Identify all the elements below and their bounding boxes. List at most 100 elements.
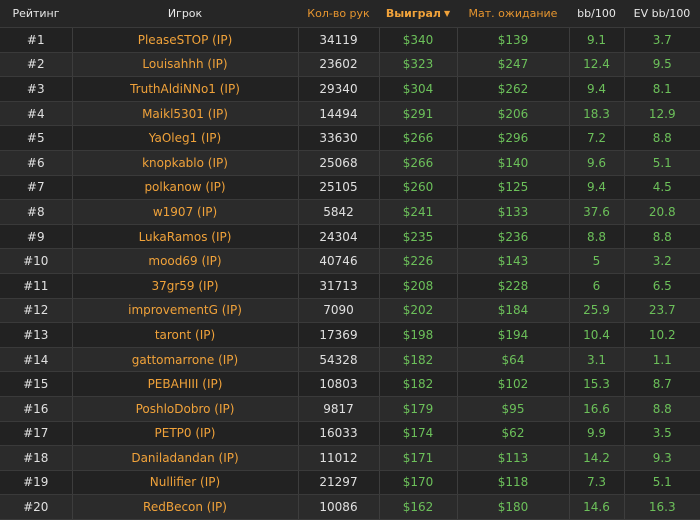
won-cell: $260 [379, 175, 458, 201]
table-row: #15 PEBAHIII (IP) 10803 $182 $102 15.3 8.7 [0, 371, 700, 397]
bb100-cell: 7.2 [569, 125, 625, 151]
player-cell: polkanow (IP) [72, 175, 299, 201]
table-row: #14 gattomarrone (IP) 54328 $182 $64 3.1 1.1 [0, 347, 700, 373]
bb100-cell: 10.4 [569, 322, 625, 348]
player-link[interactable]: PoshloDobro (IP) [136, 402, 235, 416]
table-row: #13 taront (IP) 17369 $198 $194 10.4 10.2 [0, 322, 700, 348]
player-link[interactable]: mood69 (IP) [148, 254, 221, 268]
ev-cell: $247 [457, 52, 570, 78]
hands-cell: 31713 [298, 273, 380, 299]
bb100-cell: 15.3 [569, 371, 625, 397]
player-cell: gattomarrone (IP) [72, 347, 299, 373]
table-row: #8 w1907 (IP) 5842 $241 $133 37.6 20.8 [0, 199, 700, 225]
player-cell: Nullifier (IP) [72, 470, 299, 496]
column-header-evbb100: EV bb/100 [624, 0, 700, 28]
player-link[interactable]: Nullifier (IP) [150, 475, 220, 489]
evbb100-cell: 3.2 [624, 248, 700, 274]
player-cell: Maikl5301 (IP) [72, 101, 299, 127]
won-cell: $266 [379, 125, 458, 151]
player-link[interactable]: RedBecon (IP) [143, 500, 227, 514]
table-row: #4 Maikl5301 (IP) 14494 $291 $206 18.3 12.9 [0, 101, 700, 127]
column-header-hands[interactable]: Кол-во рук [298, 0, 379, 28]
hands-cell: 25105 [298, 175, 380, 201]
player-link[interactable]: knopkablo (IP) [142, 156, 228, 170]
bb100-cell: 9.1 [569, 27, 625, 53]
player-link[interactable]: Maikl5301 (IP) [142, 107, 228, 121]
ev-cell: $194 [457, 322, 570, 348]
won-cell: $266 [379, 150, 458, 176]
bb100-cell: 37.6 [569, 199, 625, 225]
table-row: #1 PleaseSTOP (IP) 34119 $340 $139 9.1 3.7 [0, 27, 700, 53]
leaderboard-table: Рейтинг Игрок Кол-во рук Выиграл ▼ Мат. о… [0, 0, 700, 520]
ev-cell: $143 [457, 248, 570, 274]
won-cell: $291 [379, 101, 458, 127]
hands-cell: 34119 [298, 27, 380, 53]
rank-cell: #18 [0, 445, 73, 471]
table-row: #3 TruthAldiNNo1 (IP) 29340 $304 $262 9.4 8.1 [0, 76, 700, 102]
column-header-ev[interactable]: Мат. ожидание [457, 0, 569, 28]
column-header-player: Игрок [72, 0, 298, 28]
won-cell: $235 [379, 224, 458, 250]
hands-cell: 10803 [298, 371, 380, 397]
ev-cell: $95 [457, 396, 570, 422]
bb100-cell: 9.9 [569, 421, 625, 447]
ev-cell: $62 [457, 421, 570, 447]
player-cell: improvementG (IP) [72, 298, 299, 324]
player-link[interactable]: LukaRamos (IP) [139, 230, 232, 244]
player-cell: LukaRamos (IP) [72, 224, 299, 250]
evbb100-cell: 8.8 [624, 224, 700, 250]
player-link[interactable]: YaOleg1 (IP) [149, 131, 221, 145]
ev-cell: $118 [457, 470, 570, 496]
player-link[interactable]: 37gr59 (IP) [151, 279, 218, 293]
bb100-cell: 14.6 [569, 494, 625, 520]
hands-cell: 23602 [298, 52, 380, 78]
player-link[interactable]: gattomarrone (IP) [132, 353, 238, 367]
won-cell: $340 [379, 27, 458, 53]
player-link[interactable]: Louisahhh (IP) [142, 57, 227, 71]
player-cell: PoshloDobro (IP) [72, 396, 299, 422]
player-link[interactable]: PEBAHIII (IP) [148, 377, 223, 391]
player-link[interactable]: PETP0 (IP) [155, 426, 216, 440]
ev-cell: $180 [457, 494, 570, 520]
rank-cell: #7 [0, 175, 73, 201]
table-row: #19 Nullifier (IP) 21297 $170 $118 7.3 5.1 [0, 470, 700, 496]
hands-cell: 7090 [298, 298, 380, 324]
hands-cell: 17369 [298, 322, 380, 348]
bb100-cell: 18.3 [569, 101, 625, 127]
player-link[interactable]: taront (IP) [155, 328, 215, 342]
player-link[interactable]: TruthAldiNNo1 (IP) [130, 82, 240, 96]
table-header: Рейтинг Игрок Кол-во рук Выиграл ▼ Мат. о… [0, 0, 700, 28]
player-cell: PleaseSTOP (IP) [72, 27, 299, 53]
won-cell: $323 [379, 52, 458, 78]
player-link[interactable]: Daniladandan (IP) [131, 451, 238, 465]
column-header-won[interactable]: Выиграл ▼ [379, 0, 457, 28]
bb100-cell: 9.6 [569, 150, 625, 176]
ev-cell: $113 [457, 445, 570, 471]
ev-cell: $102 [457, 371, 570, 397]
rank-cell: #15 [0, 371, 73, 397]
rank-cell: #4 [0, 101, 73, 127]
bb100-cell: 6 [569, 273, 625, 299]
won-cell: $241 [379, 199, 458, 225]
won-cell: $202 [379, 298, 458, 324]
player-cell: Louisahhh (IP) [72, 52, 299, 78]
won-cell: $182 [379, 347, 458, 373]
won-cell: $182 [379, 371, 458, 397]
player-link[interactable]: polkanow (IP) [144, 180, 225, 194]
bb100-cell: 9.4 [569, 175, 625, 201]
table-row: #20 RedBecon (IP) 10086 $162 $180 14.6 16.3 [0, 494, 700, 520]
evbb100-cell: 9.5 [624, 52, 700, 78]
ev-cell: $125 [457, 175, 570, 201]
player-link[interactable]: PleaseSTOP (IP) [138, 33, 233, 47]
table-row: #18 Daniladandan (IP) 11012 $171 $113 14.2 9.3 [0, 445, 700, 471]
player-link[interactable]: improvementG (IP) [128, 303, 242, 317]
sort-desc-icon: ▼ [443, 9, 451, 18]
player-link[interactable]: w1907 (IP) [153, 205, 217, 219]
bb100-cell: 9.4 [569, 76, 625, 102]
ev-cell: $133 [457, 199, 570, 225]
bb100-cell: 25.9 [569, 298, 625, 324]
evbb100-cell: 5.1 [624, 470, 700, 496]
player-cell: RedBecon (IP) [72, 494, 299, 520]
rank-cell: #2 [0, 52, 73, 78]
player-cell: TruthAldiNNo1 (IP) [72, 76, 299, 102]
